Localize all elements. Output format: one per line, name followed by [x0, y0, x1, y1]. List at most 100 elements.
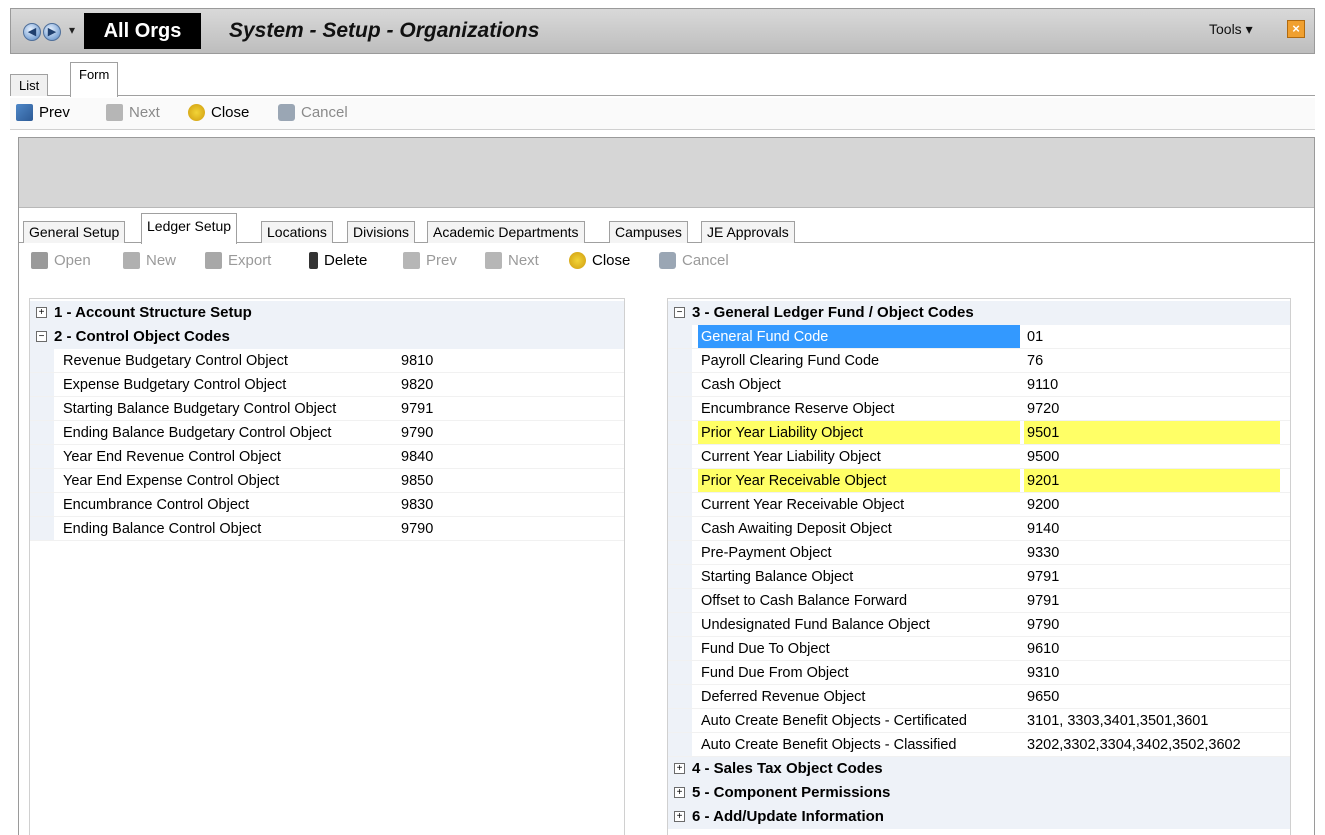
property-value[interactable]: 01 [1024, 325, 1290, 348]
tab-ledger-setup[interactable]: Ledger Setup [141, 213, 238, 244]
property-value[interactable]: 9330 [1024, 541, 1290, 564]
property-value[interactable]: 9790 [1024, 613, 1290, 636]
tab-campuses[interactable]: Campuses [609, 221, 688, 243]
property-row[interactable]: Offset to Cash Balance Forward 9791 [668, 589, 1290, 613]
inner-prev-button[interactable]: Prev [403, 252, 457, 269]
property-value[interactable]: 9850 [398, 469, 598, 492]
export-button[interactable]: Export [205, 252, 271, 269]
prev-button[interactable]: Prev [16, 104, 70, 121]
category-component-permissions[interactable]: + 5 - Component Permissions [668, 781, 1290, 805]
property-value[interactable]: 9791 [398, 397, 598, 420]
forward-arrow-icon[interactable]: ▶ [43, 23, 61, 41]
property-value[interactable]: 9200 [1024, 493, 1290, 516]
tools-menu[interactable]: Tools ▾ [1209, 21, 1253, 38]
property-row[interactable]: Cash Object 9110 [668, 373, 1290, 397]
property-row[interactable]: Encumbrance Reserve Object 9720 [668, 397, 1290, 421]
category-sales-tax-object-codes[interactable]: + 4 - Sales Tax Object Codes [668, 757, 1290, 781]
new-button[interactable]: New [123, 252, 176, 269]
new-icon [123, 252, 140, 269]
property-row[interactable]: Fund Due From Object 9310 [668, 661, 1290, 685]
property-value[interactable]: 76 [1024, 349, 1290, 372]
property-row[interactable]: Deferred Revenue Object 9650 [668, 685, 1290, 709]
history-dropdown-icon[interactable]: ▾ [69, 23, 75, 37]
tab-form[interactable]: Form [70, 62, 119, 97]
back-arrow-icon[interactable]: ◀ [23, 23, 41, 41]
row-gutter [668, 373, 692, 396]
property-row[interactable]: Payroll Clearing Fund Code 76 [668, 349, 1290, 373]
collapse-icon[interactable]: − [674, 307, 685, 318]
property-value[interactable]: 9790 [398, 421, 598, 444]
property-row[interactable]: Auto Create Benefit Objects - Classified… [668, 733, 1290, 757]
property-value[interactable]: 9501 [1024, 421, 1280, 444]
property-value[interactable]: 9140 [1024, 517, 1290, 540]
delete-button[interactable]: Delete [309, 252, 367, 269]
property-value[interactable]: 3101, 3303,3401,3501,3601 [1024, 709, 1290, 732]
property-row[interactable]: Current Year Liability Object 9500 [668, 445, 1290, 469]
close-button[interactable]: Close [188, 104, 249, 121]
property-row[interactable]: Revenue Budgetary Control Object 9810 [30, 349, 624, 373]
property-value[interactable]: 9650 [1024, 685, 1290, 708]
expand-icon[interactable]: + [674, 787, 685, 798]
property-value[interactable]: 9110 [1024, 373, 1290, 396]
property-row[interactable]: Starting Balance Budgetary Control Objec… [30, 397, 624, 421]
category-gl-fund-object-codes[interactable]: − 3 - General Ledger Fund / Object Codes [668, 301, 1290, 325]
property-row[interactable]: Current Year Receivable Object 9200 [668, 493, 1290, 517]
expand-icon[interactable]: + [36, 307, 47, 318]
row-gutter [30, 493, 54, 516]
property-value[interactable]: 9720 [1024, 397, 1290, 420]
property-value[interactable]: 9201 [1024, 469, 1280, 492]
property-value[interactable]: 9791 [1024, 589, 1290, 612]
category-account-structure[interactable]: + 1 - Account Structure Setup [30, 301, 624, 325]
property-row[interactable]: Starting Balance Object 9791 [668, 565, 1290, 589]
property-value[interactable]: 9310 [1024, 661, 1290, 684]
row-gutter [668, 517, 692, 540]
inner-cancel-button[interactable]: Cancel [659, 252, 729, 269]
property-row[interactable]: General Fund Code 01 [668, 325, 1290, 349]
collapse-icon[interactable]: − [36, 331, 47, 342]
inner-close-button[interactable]: Close [569, 252, 630, 269]
tab-je-approvals[interactable]: JE Approvals [701, 221, 795, 243]
cancel-button[interactable]: Cancel [278, 104, 348, 121]
row-gutter [30, 373, 54, 396]
property-row[interactable]: Ending Balance Control Object 9790 [30, 517, 624, 541]
close-icon[interactable]: × [1287, 20, 1305, 38]
property-value[interactable]: 9820 [398, 373, 598, 396]
row-gutter [668, 445, 692, 468]
property-value[interactable]: 9830 [398, 493, 598, 516]
property-row[interactable]: Prior Year Receivable Object 9201 [668, 469, 1290, 493]
inner-next-button[interactable]: Next [485, 252, 539, 269]
next-button[interactable]: Next [106, 104, 160, 121]
tab-academic-departments[interactable]: Academic Departments [427, 221, 585, 243]
property-value[interactable]: 9791 [1024, 565, 1290, 588]
property-row[interactable]: Pre-Payment Object 9330 [668, 541, 1290, 565]
property-value[interactable]: 9810 [398, 349, 598, 372]
expand-icon[interactable]: + [674, 811, 685, 822]
property-row[interactable]: Undesignated Fund Balance Object 9790 [668, 613, 1290, 637]
property-row[interactable]: Ending Balance Budgetary Control Object 9… [30, 421, 624, 445]
property-value[interactable]: 9840 [398, 445, 598, 468]
category-add-update-information[interactable]: + 6 - Add/Update Information [668, 805, 1290, 829]
property-value[interactable]: 9790 [398, 517, 598, 540]
property-row[interactable]: Encumbrance Control Object 9830 [30, 493, 624, 517]
tab-general-setup[interactable]: General Setup [23, 221, 126, 243]
tab-locations[interactable]: Locations [261, 221, 333, 243]
tab-list[interactable]: List [10, 74, 49, 96]
property-row[interactable]: Fund Due To Object 9610 [668, 637, 1290, 661]
org-selector[interactable]: All Orgs [84, 13, 201, 49]
property-value[interactable]: 9500 [1024, 445, 1290, 468]
property-row[interactable]: Cash Awaiting Deposit Object 9140 [668, 517, 1290, 541]
property-value[interactable]: 3202,3302,3304,3402,3502,3602 [1024, 733, 1290, 756]
property-value[interactable]: 9610 [1024, 637, 1290, 660]
property-row[interactable]: Year End Revenue Control Object 9840 [30, 445, 624, 469]
property-label: Encumbrance Reserve Object [701, 401, 895, 417]
property-row[interactable]: Year End Expense Control Object 9850 [30, 469, 624, 493]
open-button[interactable]: Open [31, 252, 91, 269]
expand-icon[interactable]: + [674, 763, 685, 774]
row-gutter [668, 421, 692, 444]
header-band [19, 138, 1314, 208]
property-row[interactable]: Expense Budgetary Control Object 9820 [30, 373, 624, 397]
category-control-object-codes[interactable]: − 2 - Control Object Codes [30, 325, 624, 349]
tab-divisions[interactable]: Divisions [347, 221, 416, 243]
property-row[interactable]: Auto Create Benefit Objects - Certificat… [668, 709, 1290, 733]
property-row[interactable]: Prior Year Liability Object 9501 [668, 421, 1290, 445]
